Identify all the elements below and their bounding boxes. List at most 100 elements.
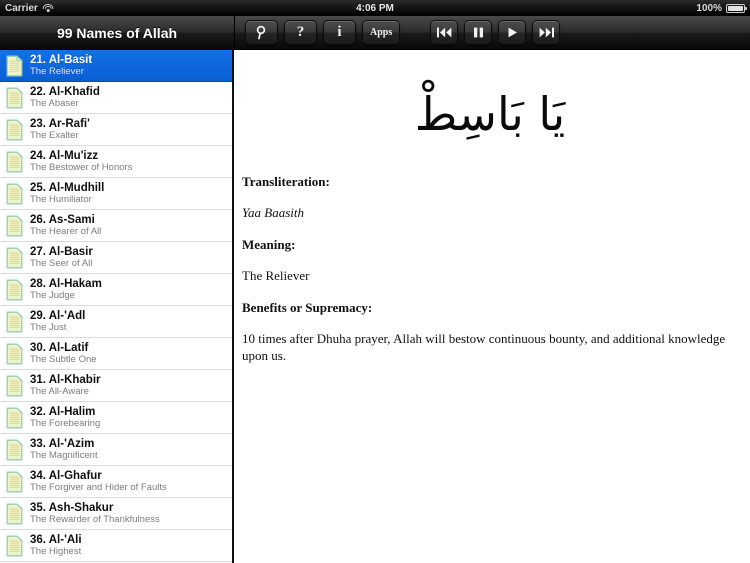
- document-icon: [6, 535, 23, 557]
- pause-button[interactable]: [464, 20, 493, 45]
- list-item-title: 29. Al-'Adl: [30, 309, 86, 322]
- battery-percent-label: 100%: [696, 2, 722, 14]
- document-icon: [6, 183, 23, 205]
- list-item[interactable]: 27. Al-Basir The Seer of All: [0, 242, 232, 274]
- search-button[interactable]: [245, 20, 278, 45]
- list-item-subtitle: The Exalter: [30, 130, 79, 141]
- apps-button[interactable]: Apps: [362, 20, 401, 45]
- list-item[interactable]: 31. Al-Khabir The All-Aware: [0, 370, 232, 402]
- list-item-title: 26. As-Sami: [30, 213, 95, 226]
- transliteration-heading: Transliteration:: [242, 173, 330, 189]
- fast-forward-button[interactable]: [532, 20, 561, 45]
- play-icon: [508, 27, 517, 38]
- list-item-text: 35. Ash-Shakur The Rewarder of Thankfulne…: [30, 502, 160, 526]
- navigation-bar: 99 Names of Allah: [0, 16, 234, 50]
- list-item[interactable]: 35. Ash-Shakur The Rewarder of Thankfulne…: [0, 498, 232, 530]
- list-item-title: 23. Ar-Rafi': [30, 117, 90, 130]
- list-item-text: 33. Al-'Azim The Magnificent: [30, 438, 98, 462]
- list-item-title: 24. Al-Mu'izz: [30, 149, 99, 162]
- info-icon: i: [337, 24, 342, 40]
- document-icon: [6, 407, 23, 429]
- list-item-title: 28. Al-Hakam: [30, 277, 102, 290]
- toolbar: ? i Apps: [234, 16, 750, 50]
- list-item[interactable]: 21. Al-Basit The Reliever: [0, 50, 232, 82]
- list-item-text: 28. Al-Hakam The Judge: [30, 278, 102, 302]
- list-item-text: 32. Al-Halim The Forebearing: [30, 406, 100, 430]
- list-item-text: 25. Al-Mudhill The Humiliator: [30, 182, 104, 206]
- list-item-text: 31. Al-Khabir The All-Aware: [30, 374, 101, 398]
- document-icon: [6, 55, 23, 77]
- question-mark-icon: ?: [296, 24, 305, 40]
- list-item-title: 25. Al-Mudhill: [30, 181, 105, 194]
- list-item[interactable]: 36. Al-'Ali The Highest: [0, 530, 232, 562]
- fast-forward-icon: [539, 27, 554, 38]
- document-icon: [6, 471, 23, 493]
- meaning-heading: Meaning:: [242, 236, 296, 252]
- page-title: 99 Names of Allah: [56, 24, 178, 41]
- list-item[interactable]: 22. Al-Khafid The Abaser: [0, 82, 232, 114]
- document-icon: [6, 247, 23, 269]
- list-item-text: 30. Al-Latif The Subtle One: [30, 342, 97, 366]
- list-item-subtitle: The Seer of All: [30, 258, 93, 269]
- list-item-subtitle: The Highest: [30, 546, 82, 557]
- list-item-text: 34. Al-Ghafur The Forgiver and Hider of F…: [30, 470, 167, 494]
- detail-panel: يَا بَاسِطْ Transliteration: Yaa Baasith…: [234, 50, 750, 563]
- list-item-subtitle: The Bestower of Honors: [30, 162, 133, 173]
- list-item-title: 34. Al-Ghafur: [30, 469, 102, 482]
- document-icon: [6, 87, 23, 109]
- document-icon: [6, 311, 23, 333]
- list-item[interactable]: 32. Al-Halim The Forebearing: [0, 402, 232, 434]
- list-item-text: 29. Al-'Adl The Just: [30, 310, 85, 334]
- wifi-icon: [42, 3, 54, 13]
- list-item-subtitle: The Reliever: [30, 66, 84, 77]
- battery-full-icon: [726, 3, 747, 13]
- list-item-text: 21. Al-Basit The Reliever: [30, 54, 92, 78]
- status-bar-left: Carrier: [5, 3, 54, 14]
- app-window: Carrier 4:06 PM 100% 99 Names of Allah ?: [0, 0, 750, 563]
- document-icon: [6, 215, 23, 237]
- meaning-value: The Reliever: [242, 267, 310, 283]
- search-icon: [256, 25, 266, 40]
- list-item-subtitle: The Magnificent: [30, 450, 98, 461]
- list-item-subtitle: The Abaser: [30, 98, 79, 109]
- list-item[interactable]: 26. As-Sami The Hearer of All: [0, 210, 232, 242]
- rewind-icon: [436, 27, 452, 38]
- list-item[interactable]: 34. Al-Ghafur The Forgiver and Hider of F…: [0, 466, 232, 498]
- list-item[interactable]: 23. Ar-Rafi' The Exalter: [0, 114, 232, 146]
- document-icon: [6, 119, 23, 141]
- names-list[interactable]: 21. Al-Basit The Reliever 22. Al-Khafid The…: [0, 50, 234, 563]
- apps-label: Apps: [370, 27, 393, 38]
- list-item-subtitle: The Rewarder of Thankfulness: [30, 514, 160, 525]
- list-item[interactable]: 28. Al-Hakam The Judge: [0, 274, 232, 306]
- info-button[interactable]: i: [323, 20, 356, 45]
- list-item-title: 22. Al-Khafid: [30, 85, 100, 98]
- list-item-title: 31. Al-Khabir: [30, 373, 101, 386]
- list-item-subtitle: The Forgiver and Hider of Faults: [30, 482, 167, 493]
- play-button[interactable]: [498, 20, 527, 45]
- pause-icon: [473, 27, 483, 38]
- status-bar-right: 100%: [696, 2, 747, 14]
- navigation-row: 99 Names of Allah ? i Apps: [0, 16, 750, 50]
- list-item[interactable]: 25. Al-Mudhill The Humiliator: [0, 178, 232, 210]
- list-item-text: 24. Al-Mu'izz The Bestower of Honors: [30, 150, 132, 174]
- list-item-text: 26. As-Sami The Hearer of All: [30, 214, 101, 238]
- list-item-title: 27. Al-Basir: [30, 245, 93, 258]
- list-item[interactable]: 33. Al-'Azim The Magnificent: [0, 434, 232, 466]
- list-item-subtitle: The Forebearing: [30, 418, 101, 429]
- list-item-subtitle: The Just: [30, 322, 67, 333]
- list-item[interactable]: 30. Al-Latif The Subtle One: [0, 338, 232, 370]
- list-item-subtitle: The Hearer of All: [30, 226, 102, 237]
- benefits-value: 10 times after Dhuha prayer, Allah will …: [242, 330, 726, 363]
- rewind-button[interactable]: [430, 20, 459, 45]
- list-item[interactable]: 29. Al-'Adl The Just: [0, 306, 232, 338]
- document-icon: [6, 375, 23, 397]
- document-icon: [6, 439, 23, 461]
- document-icon: [6, 343, 23, 365]
- list-item-text: 36. Al-'Ali The Highest: [30, 534, 82, 558]
- list-item-subtitle: The Humiliator: [30, 194, 92, 205]
- list-item[interactable]: 24. Al-Mu'izz The Bestower of Honors: [0, 146, 232, 178]
- status-bar: Carrier 4:06 PM 100%: [0, 0, 750, 16]
- document-icon: [6, 503, 23, 525]
- help-button[interactable]: ?: [284, 20, 317, 45]
- detail-text: Transliteration: Yaa Baasith Meaning: Th…: [242, 150, 738, 365]
